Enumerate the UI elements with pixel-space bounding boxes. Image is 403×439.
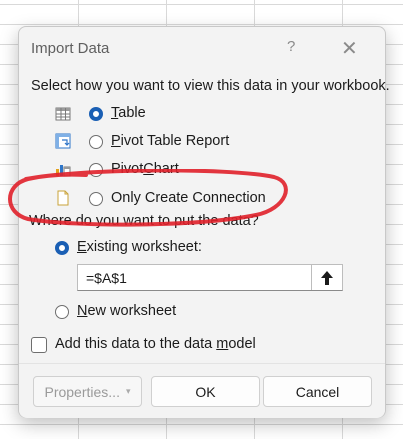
close-button[interactable]: ✕	[341, 36, 358, 61]
only-connection-radio[interactable]	[89, 192, 103, 206]
pivot-chart-label-rest: hart	[153, 161, 179, 177]
view-prompt: Select how you want to view this data in…	[31, 78, 390, 94]
data-model-checkbox[interactable]	[31, 337, 47, 353]
existing-worksheet-label[interactable]: Existing worksheet:	[77, 239, 202, 255]
data-model-label[interactable]: Add this data to the data model	[55, 336, 256, 352]
properties-button-label: Properties...	[44, 383, 120, 400]
pivot-table-access-key: P	[111, 133, 121, 149]
existing-worksheet-radio[interactable]	[55, 241, 69, 255]
pivot-table-option-label[interactable]: Pivot Table Report	[111, 133, 229, 149]
existing-access-key: E	[77, 239, 87, 255]
new-worksheet-radio[interactable]	[55, 305, 69, 319]
data-model-access-key: m	[216, 336, 229, 352]
cell-reference-input[interactable]: =$A$1	[77, 264, 343, 291]
ok-button-label: OK	[195, 383, 216, 400]
pivot-chart-access-key: C	[143, 161, 154, 177]
pivot-chart-label-start: Pivot	[111, 161, 144, 177]
connection-icon	[57, 190, 69, 206]
up-arrow-icon	[321, 270, 333, 285]
pivot-chart-icon	[56, 165, 71, 177]
cancel-button-label: Cancel	[295, 383, 340, 400]
data-model-label-start: Add this data to the data	[55, 336, 217, 352]
pivot-chart-option-label[interactable]: PivotChart	[111, 161, 179, 177]
dialog-titlebar: Import Data ? ✕	[19, 27, 385, 71]
pivot-chart-radio[interactable]	[89, 163, 103, 177]
existing-label-rest: xisting worksheet:	[86, 239, 202, 255]
pivot-table-label-rest: ivot Table Report	[120, 133, 230, 149]
table-radio[interactable]	[89, 107, 103, 121]
import-data-dialog: Import Data ? ✕ Select how you want to v…	[18, 26, 390, 418]
only-connection-option-label[interactable]: Only Create Connection	[111, 190, 266, 206]
pivot-table-radio[interactable]	[89, 135, 103, 149]
table-icon	[55, 107, 71, 121]
destination-prompt: Where do you want to put the data?	[29, 213, 259, 229]
new-worksheet-label[interactable]: New worksheet	[77, 303, 176, 319]
data-model-label-rest: odel	[228, 336, 256, 352]
dialog-title: Import Data	[31, 40, 110, 57]
pivot-table-icon	[55, 133, 71, 149]
new-label-rest: ew worksheet	[87, 303, 177, 319]
cancel-button[interactable]: Cancel	[263, 376, 372, 407]
cell-reference-value: =$A$1	[86, 270, 127, 286]
collapse-dialog-button[interactable]	[311, 265, 342, 290]
new-access-key: N	[77, 303, 88, 319]
help-button[interactable]: ?	[287, 38, 295, 55]
properties-dropdown-icon: ▾	[125, 386, 131, 396]
table-option-label[interactable]: Table	[111, 105, 146, 121]
table-label-rest: able	[118, 105, 146, 121]
ok-button[interactable]: OK	[151, 376, 260, 407]
dialog-footer: Properties... ▾ OK Cancel	[19, 363, 385, 418]
properties-button[interactable]: Properties... ▾	[33, 376, 142, 407]
